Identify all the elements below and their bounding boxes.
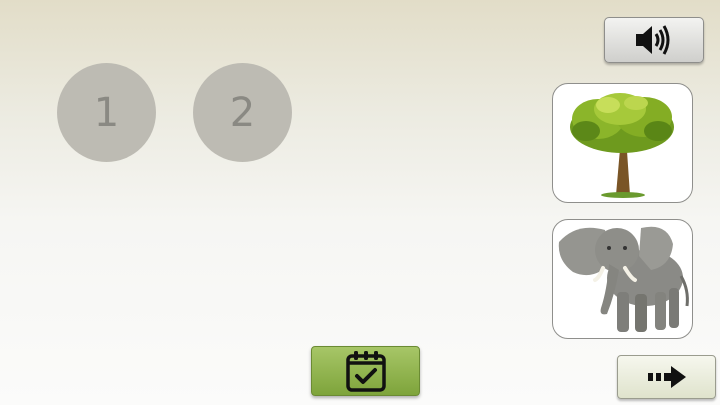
answer-slot-2[interactable]: 2 (193, 63, 292, 162)
elephant-image (558, 226, 689, 332)
slot-2-number: 2 (229, 89, 256, 136)
answer-slot-1[interactable]: 1 (57, 63, 156, 162)
picture-card-tree[interactable] (552, 83, 693, 203)
picture-card-elephant[interactable] (552, 219, 693, 339)
speaker-icon (636, 25, 670, 55)
tree-image (569, 93, 674, 198)
calendar-check-icon (345, 351, 386, 392)
sound-button[interactable] (604, 17, 704, 63)
check-answer-button[interactable] (311, 346, 420, 396)
next-button[interactable] (617, 355, 716, 399)
dotted-arrow-right-icon (647, 366, 686, 388)
slot-1-number: 1 (93, 89, 120, 136)
